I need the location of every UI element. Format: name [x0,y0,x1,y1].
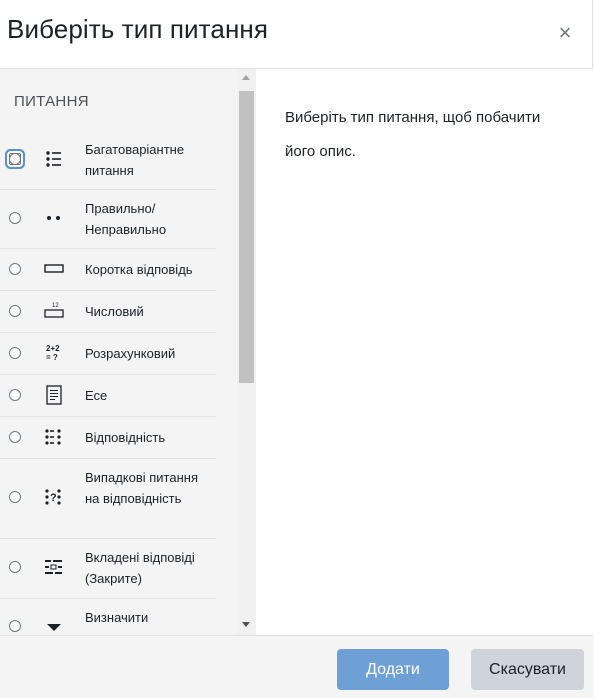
dialog-title: Виберіть тип питання [7,14,269,44]
option-label: Коротка відповідь [85,262,193,277]
match-icon [45,429,61,445]
radio-button[interactable] [9,431,21,443]
shortanswer-icon [44,264,64,273]
radio-button[interactable] [9,347,21,359]
question-type-dialog: Виберіть тип питання × ПИТАННЯ Багатовар… [0,0,593,698]
description-text: Виберіть тип питання, щоб побачити його … [285,109,541,160]
description-pane: Виберіть тип питання, щоб побачити його … [256,69,593,635]
list-item[interactable]: ? Випадкові питання на відповідність [0,458,216,539]
option-label: Випадкові питання на відповідність [85,470,198,506]
dialog-footer: Додати Скасувати [0,635,593,698]
option-label: Вкладені відповіді (Закрите) [85,550,195,586]
list-item[interactable]: 2+2 = ? Розрахунковий [0,332,216,375]
option-label: Есе [85,388,108,403]
list-item[interactable]: Відповідність [0,416,216,459]
multichoice-icon [46,151,61,167]
option-label: Відповідність [85,430,166,445]
list-item[interactable]: Есе [0,374,216,417]
scroll-up-arrow-icon[interactable] [242,75,250,80]
multianswer-icon [45,560,62,574]
radio-button[interactable] [9,153,21,165]
radio-button[interactable] [9,620,21,632]
calculated-icon: 2+2 = ? [46,344,60,362]
scroll-down-arrow-icon[interactable] [242,622,250,627]
list-item[interactable]: Визначити [0,598,216,635]
option-label: Визначити [85,610,149,625]
essay-icon [46,385,62,405]
question-type-list-pane: ПИТАННЯ Багатоваріантне питання Правильн… [0,69,256,635]
svg-text:?: ? [50,492,57,504]
svg-text:= ?: = ? [46,353,58,362]
radio-button[interactable] [9,561,21,573]
svg-text:2+2: 2+2 [46,344,60,353]
truefalse-icon [47,216,60,220]
radio-button[interactable] [9,389,21,401]
svg-text:12: 12 [52,303,59,309]
list-item[interactable]: Вкладені відповіді (Закрите) [0,538,216,599]
option-label: Числовий [85,304,144,319]
scrollbar-thumb[interactable] [239,91,254,383]
list-item[interactable]: Правильно/ Неправильно [0,189,216,249]
numerical-icon: 12 [44,303,64,318]
radio-button[interactable] [9,305,21,317]
close-button[interactable]: × [553,20,577,46]
section-title-questions: ПИТАННЯ [14,93,89,110]
ddwtos-icon [47,624,61,631]
radio-button[interactable] [9,212,21,224]
dialog-body: ПИТАННЯ Багатоваріантне питання Правильн… [0,69,593,635]
dialog-header: Виберіть тип питання × [0,0,593,69]
list-item[interactable]: Багатоваріантне питання [0,129,216,190]
list-item[interactable]: Коротка відповідь [0,248,216,291]
cancel-button[interactable]: Скасувати [471,649,584,690]
radio-button[interactable] [9,263,21,275]
radio-button[interactable] [9,491,21,503]
list-item[interactable]: 12 Числовий [0,290,216,333]
list-scrollbar[interactable] [237,69,256,635]
option-label: Правильно/ Неправильно [85,201,167,237]
randomsamatch-icon: ? [45,489,61,505]
add-button[interactable]: Додати [337,649,449,690]
option-label: Багатоваріантне питання [85,142,185,178]
option-label: Розрахунковий [85,346,176,361]
